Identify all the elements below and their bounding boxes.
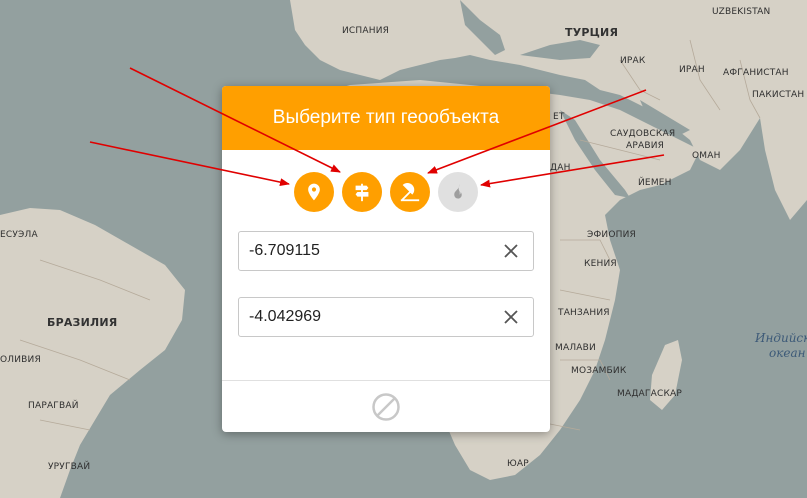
map-label-iraq: ИРАК: [620, 56, 646, 66]
close-icon: [504, 310, 518, 324]
type-button-fire[interactable]: [438, 172, 478, 212]
map-label-yemen: ЙЕМЕН: [638, 178, 672, 188]
map-label-madagascar: МАДАГАСКАР: [617, 389, 683, 399]
map-label-uruguay: УРУГВАЙ: [48, 462, 91, 472]
ocean-label-line-2: океан: [769, 346, 806, 360]
longitude-input[interactable]: [239, 298, 489, 336]
beach-icon: [400, 183, 420, 202]
map-label-south-africa: ЮАР: [507, 459, 529, 469]
type-button-beach[interactable]: [390, 172, 430, 212]
fire-icon: [454, 183, 462, 199]
map-label-kenya: КЕНИЯ: [584, 259, 617, 269]
map-label-malawi: МАЛАВИ: [555, 343, 596, 353]
map-label-ethiopia: ЭФИОПИЯ: [587, 230, 637, 240]
map-label-venezuela: ЕСУЭЛА: [0, 230, 38, 240]
type-button-signpost[interactable]: [342, 172, 382, 212]
clear-latitude-button[interactable]: [489, 232, 533, 270]
cancel-button[interactable]: [368, 389, 404, 425]
cancel-icon: [372, 392, 400, 421]
dialog-title: Выберите тип геообъекта: [272, 107, 500, 128]
map-label-turkey: ТУРЦИЯ: [565, 26, 619, 39]
location-pin-icon: [308, 183, 320, 201]
type-selector: [222, 172, 550, 212]
type-button-location[interactable]: [294, 172, 334, 212]
dialog-header: Выберите тип геообъекта: [222, 86, 550, 150]
map-label-sudan: ДАН: [550, 163, 571, 173]
map-label-afghanistan: АФГАНИСТАН: [723, 68, 789, 78]
map-label-bolivia: ОЛИВИЯ: [0, 355, 41, 365]
map-label-paraguay: ПАРАГВАЙ: [28, 401, 79, 411]
close-icon: [504, 244, 518, 258]
map-label-pakistan: ПАКИСТАН: [752, 90, 805, 100]
ocean-label-line-1: Индийск: [755, 331, 807, 345]
geo-type-dialog: Выберите тип геообъекта: [222, 86, 550, 432]
map-label-saudi-1: САУДОВСКАЯ: [610, 129, 676, 139]
dialog-footer: [222, 380, 550, 432]
map-label-uzbekistan: UZBEKISTAN: [712, 7, 771, 17]
map-label-spain: ИСПАНИЯ: [342, 26, 390, 36]
latitude-input[interactable]: [239, 232, 489, 270]
latitude-field: [238, 231, 534, 271]
map-label-egypt: ЕТ: [553, 112, 565, 122]
longitude-field: [238, 297, 534, 337]
map-label-brazil: БРАЗИЛИЯ: [47, 316, 118, 329]
map-label-iran: ИРАН: [679, 65, 705, 75]
map-label-oman: ОМАН: [692, 151, 721, 161]
map-label-saudi-2: АРАВИЯ: [626, 141, 665, 151]
signpost-icon: [355, 183, 369, 202]
map-label-tanzania: ТАНЗАНИЯ: [558, 308, 610, 318]
map-label-mozambique: МОЗАМБИК: [571, 366, 627, 376]
clear-longitude-button[interactable]: [489, 298, 533, 336]
